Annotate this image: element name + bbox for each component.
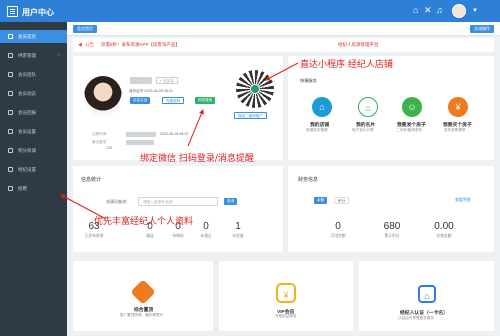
annotation-profile: 优先丰富经纪人个人资料 bbox=[94, 217, 194, 227]
annotation-bind-wechat: 绑定微信 扫码登录/消息提醒 bbox=[140, 154, 254, 164]
annotation-arrows bbox=[60, 62, 299, 220]
annotation-mini-program: 直达小程序 经纪人店铺 bbox=[300, 60, 393, 70]
